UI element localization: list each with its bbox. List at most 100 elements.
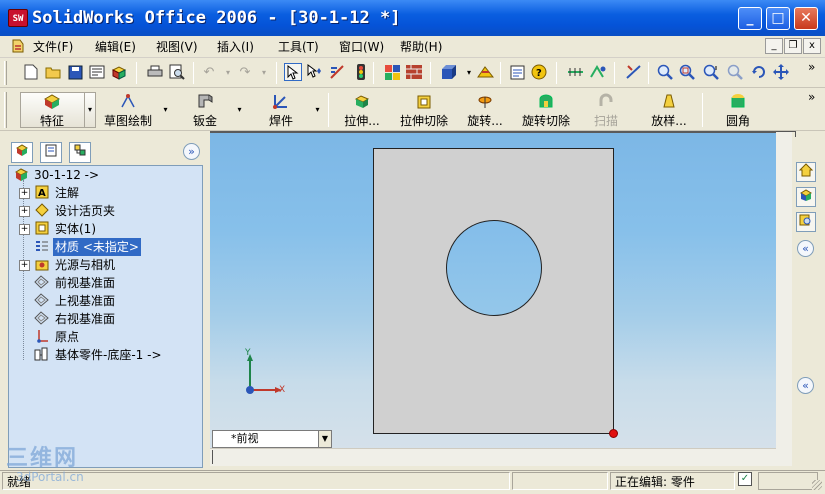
- tree-node-right-plane[interactable]: 右视基准面: [19, 310, 194, 328]
- menu-window[interactable]: 窗口(W): [339, 38, 384, 56]
- status-checkbox-icon[interactable]: ✓: [738, 472, 752, 486]
- resize-grip[interactable]: [812, 480, 822, 490]
- panel-collapse-button[interactable]: »: [183, 143, 200, 160]
- select-filter-icon[interactable]: [306, 63, 324, 81]
- tree-node-front-plane[interactable]: 前视基准面: [19, 274, 194, 292]
- sheetmetal-dropdown-icon[interactable]: ▾: [234, 93, 245, 127]
- sweep-button[interactable]: 扫描: [588, 92, 624, 128]
- task-pane-library-icon[interactable]: [796, 187, 816, 207]
- zoom-to-area-icon[interactable]: [678, 63, 696, 81]
- vertical-scrollbar[interactable]: [776, 131, 792, 466]
- help-icon[interactable]: ?: [530, 63, 548, 81]
- expand-icon[interactable]: +: [19, 188, 30, 199]
- solidworks-app-icon[interactable]: SW: [8, 9, 28, 27]
- rotate-view-icon[interactable]: [750, 63, 768, 81]
- close-button[interactable]: ✕: [794, 7, 818, 30]
- feature-icon: [43, 92, 61, 110]
- sketch-group-button[interactable]: 草图绘制: [100, 92, 156, 128]
- zoom-in-out-icon[interactable]: [702, 63, 720, 81]
- chevron-down-icon[interactable]: ▼: [318, 431, 331, 447]
- new-document-icon[interactable]: [22, 63, 40, 81]
- doc-close-button[interactable]: x: [803, 38, 821, 54]
- features-dropdown-icon[interactable]: ▾: [84, 93, 95, 127]
- weldment-dropdown-icon[interactable]: ▾: [312, 93, 323, 127]
- redo-icon[interactable]: ↷: [236, 63, 254, 81]
- menu-help[interactable]: 帮助(H): [400, 38, 442, 56]
- toolbar-grip[interactable]: [4, 61, 7, 85]
- mass-properties-icon[interactable]: [588, 63, 606, 81]
- save-icon[interactable]: [66, 63, 84, 81]
- part-document-icon[interactable]: [10, 38, 26, 54]
- tree-node-material[interactable]: 材质 <未指定>: [19, 238, 194, 256]
- expand-icon[interactable]: +: [19, 224, 30, 235]
- tree-node-annotations[interactable]: + A 注解: [19, 184, 194, 202]
- propertymanager-tab-icon[interactable]: [40, 142, 62, 163]
- fillet-button[interactable]: 圆角: [718, 92, 758, 128]
- pan-view-icon[interactable]: [772, 63, 790, 81]
- print-icon[interactable]: [146, 63, 164, 81]
- task-pane-collapse-top[interactable]: «: [797, 240, 814, 257]
- task-pane-corner: [776, 131, 796, 137]
- circular-hole[interactable]: [446, 220, 542, 316]
- sketch-point[interactable]: [609, 429, 618, 438]
- doc-restore-button[interactable]: ❐: [784, 38, 802, 54]
- task-pane-collapse-bottom[interactable]: «: [797, 377, 814, 394]
- extrude-cut-button[interactable]: 拉伸切除: [396, 92, 452, 128]
- grid-colors-icon[interactable]: [383, 63, 401, 81]
- expand-icon[interactable]: +: [19, 260, 30, 271]
- features-group-button[interactable]: 特征: [22, 92, 82, 128]
- revolve-cut-button[interactable]: 旋转切除: [518, 92, 574, 128]
- rebuild-icon[interactable]: [328, 63, 346, 81]
- display-style-icon[interactable]: [440, 63, 458, 81]
- standard-toolbar-more-chevron[interactable]: »: [808, 60, 815, 74]
- minimize-button[interactable]: _: [738, 7, 762, 30]
- tree-node-origin[interactable]: 原点: [19, 328, 194, 346]
- doc-minimize-button[interactable]: _: [765, 38, 783, 54]
- redo-dropdown-icon[interactable]: ▾: [255, 63, 273, 81]
- traffic-light-icon[interactable]: [352, 63, 370, 81]
- tree-node-solid-bodies[interactable]: + 实体(1): [19, 220, 194, 238]
- loft-button[interactable]: 放样...: [642, 92, 696, 128]
- undo-icon[interactable]: ↶: [200, 63, 218, 81]
- extrude-button[interactable]: 拉伸...: [336, 92, 388, 128]
- maximize-button[interactable]: □: [766, 7, 790, 30]
- weldment-group-button[interactable]: 焊件: [256, 92, 306, 128]
- tree-node-base-part[interactable]: 基体零件-底座-1 ->: [19, 346, 194, 364]
- sheetmetal-group-button[interactable]: 钣金: [180, 92, 230, 128]
- revolve-button[interactable]: 旋转...: [460, 92, 510, 128]
- toolbar-more-chevron[interactable]: »: [808, 90, 815, 104]
- menu-file[interactable]: 文件(F): [33, 38, 73, 56]
- tree-node-top-plane[interactable]: 上视基准面: [19, 292, 194, 310]
- scroll-split-handle[interactable]: [212, 450, 213, 464]
- measure-icon[interactable]: [566, 63, 584, 81]
- appearance-texture-icon[interactable]: [405, 63, 423, 81]
- configurationmanager-tab-icon[interactable]: [69, 142, 91, 163]
- task-pane-search-icon[interactable]: [796, 212, 816, 232]
- sketch-dropdown-icon[interactable]: ▾: [160, 93, 171, 127]
- tree-node-label: 光源与相机: [55, 258, 116, 272]
- menu-edit[interactable]: 编辑(E): [95, 38, 136, 56]
- toolbar-grip[interactable]: [4, 92, 7, 128]
- menu-view[interactable]: 视图(V): [156, 38, 198, 56]
- horizontal-scrollbar[interactable]: [210, 448, 776, 466]
- view-orientation-icon[interactable]: [476, 63, 494, 81]
- make-drawing-icon[interactable]: [88, 63, 106, 81]
- task-pane-home-icon[interactable]: [796, 162, 816, 182]
- expand-icon[interactable]: +: [19, 206, 30, 217]
- zoom-to-fit-icon[interactable]: [656, 63, 674, 81]
- open-folder-icon[interactable]: [44, 63, 62, 81]
- select-pointer-icon[interactable]: [284, 63, 302, 81]
- featuremanager-tab-icon[interactable]: [11, 142, 33, 163]
- zoom-to-selection-icon[interactable]: [726, 63, 744, 81]
- make-assembly-icon[interactable]: [110, 63, 128, 81]
- menu-insert[interactable]: 插入(I): [217, 38, 254, 56]
- tree-root[interactable]: 30-1-12 ->: [12, 166, 192, 184]
- options-icon[interactable]: [508, 63, 526, 81]
- print-preview-icon[interactable]: [168, 63, 186, 81]
- view-name-dropdown[interactable]: *前视 ▼: [212, 430, 332, 448]
- menu-tools[interactable]: 工具(T): [278, 38, 319, 56]
- tree-node-lights-cameras[interactable]: + 光源与相机: [19, 256, 194, 274]
- tree-node-design-binder[interactable]: + 设计活页夹: [19, 202, 194, 220]
- 3d-sketch-icon[interactable]: [624, 63, 642, 81]
- undo-dropdown-icon[interactable]: ▾: [219, 63, 237, 81]
